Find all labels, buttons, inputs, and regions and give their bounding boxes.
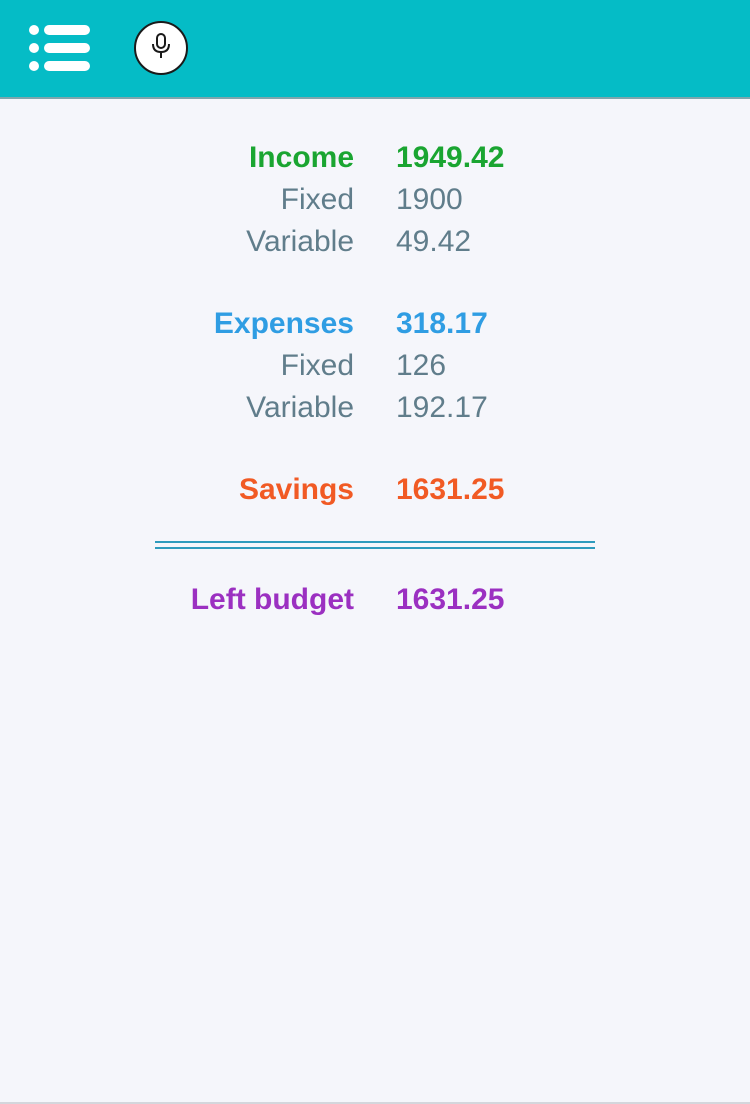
income-label: Income bbox=[248, 141, 354, 174]
double-divider bbox=[155, 541, 595, 549]
expenses-value: 318.17 bbox=[396, 307, 488, 340]
savings-row: Savings 1631.25 bbox=[0, 469, 750, 511]
savings-value: 1631.25 bbox=[396, 473, 505, 506]
microphone-button[interactable] bbox=[134, 21, 188, 75]
expenses-variable-label: Variable bbox=[246, 391, 354, 424]
left-budget-row: Left budget 1631.25 bbox=[0, 579, 750, 621]
income-fixed-value: 1900 bbox=[396, 183, 463, 216]
left-budget-value: 1631.25 bbox=[396, 583, 505, 616]
income-variable-row: Variable 49.42 bbox=[0, 221, 750, 263]
income-value: 1949.42 bbox=[396, 141, 505, 174]
hamburger-list-icon[interactable] bbox=[28, 22, 92, 74]
income-row: Income 1949.42 bbox=[0, 137, 750, 179]
income-variable-label: Variable bbox=[246, 225, 354, 258]
savings-label: Savings bbox=[238, 473, 354, 506]
budget-summary: Income 1949.42 Fixed 1900 Variable 49.42… bbox=[0, 99, 750, 1102]
expenses-variable-row: Variable 192.17 bbox=[0, 387, 750, 429]
income-variable-value: 49.42 bbox=[396, 225, 472, 258]
expenses-fixed-value: 126 bbox=[396, 349, 447, 382]
expenses-variable-value: 192.17 bbox=[396, 391, 488, 424]
expenses-row: Expenses 318.17 bbox=[0, 303, 750, 345]
income-fixed-row: Fixed 1900 bbox=[0, 179, 750, 221]
microphone-icon bbox=[150, 32, 172, 64]
expenses-fixed-row: Fixed 126 bbox=[0, 345, 750, 387]
app-header bbox=[0, 0, 750, 99]
expenses-label: Expenses bbox=[213, 307, 354, 340]
left-budget-label: Left budget bbox=[190, 583, 354, 616]
income-fixed-label: Fixed bbox=[280, 183, 354, 216]
expenses-fixed-label: Fixed bbox=[280, 349, 354, 382]
